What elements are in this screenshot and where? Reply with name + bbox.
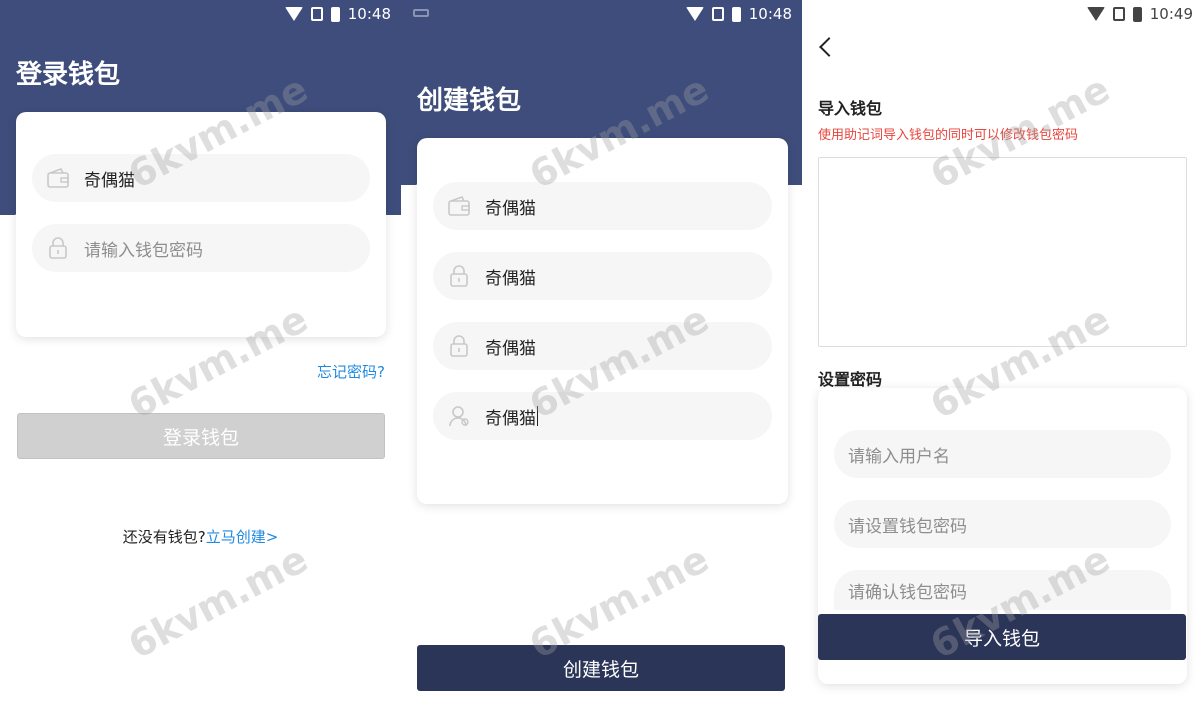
login-card: 奇偶猫 请输入钱包密码 — [16, 112, 386, 337]
app-stage: 10:48 登录钱包 奇偶猫 请输入钱包密码 忘记密码? 登录钱包 还没有钱包?… — [0, 0, 1203, 714]
username-input[interactable]: 请输入用户名 — [834, 430, 1171, 478]
login-button[interactable]: 登录钱包 — [17, 413, 385, 459]
login-screen: 10:48 登录钱包 奇偶猫 请输入钱包密码 忘记密码? 登录钱包 还没有钱包?… — [0, 0, 401, 714]
import-hint: 使用助记词导入钱包的同时可以修改钱包密码 — [818, 128, 1079, 143]
create-screen: 10:48 创建钱包 奇偶猫 奇偶猫 奇偶猫 奇偶猫 创建钱包 6kvm.me … — [401, 0, 802, 714]
confirm-password-input[interactable]: 奇偶猫 — [433, 322, 772, 370]
password-input[interactable]: 奇偶猫 — [433, 252, 772, 300]
password-input[interactable]: 请设置钱包密码 — [834, 500, 1171, 548]
wallet-icon — [46, 166, 70, 190]
create-wallet-button[interactable]: 创建钱包 — [417, 645, 785, 691]
field-value: 奇偶猫 — [485, 198, 536, 219]
username-placeholder: 请输入用户名 — [848, 446, 950, 467]
wifi-icon — [1086, 7, 1105, 21]
no-sim-icon — [711, 7, 724, 21]
wallet-name-value: 奇偶猫 — [84, 170, 135, 191]
import-title: 导入钱包 — [818, 99, 883, 118]
status-bar: 10:49 — [1086, 0, 1193, 28]
lock-icon — [447, 334, 471, 358]
import-screen: 10:49 导入钱包 使用助记词导入钱包的同时可以修改钱包密码 设置密码 请输入… — [802, 0, 1203, 714]
username-input[interactable]: 奇偶猫 — [433, 392, 772, 440]
wallet-select-field[interactable]: 奇偶猫 — [32, 154, 370, 202]
wallet-icon — [447, 194, 471, 218]
back-arrow-icon[interactable] — [819, 37, 839, 57]
lock-icon — [46, 236, 70, 260]
lock-icon — [447, 264, 471, 288]
forgot-password-link[interactable]: 忘记密码? — [317, 361, 385, 382]
user-icon — [447, 404, 471, 428]
password-placeholder: 请输入钱包密码 — [84, 240, 203, 261]
import-wallet-button[interactable]: 导入钱包 — [818, 614, 1186, 660]
page-title: 创建钱包 — [417, 86, 522, 116]
page-title: 登录钱包 — [16, 60, 121, 90]
signup-prompt: 还没有钱包?立马创建> — [0, 526, 401, 547]
create-now-link[interactable]: 立马创建> — [206, 528, 279, 546]
status-time: 10:48 — [748, 5, 792, 23]
password-input[interactable]: 请输入钱包密码 — [32, 224, 370, 272]
confirm-password-input[interactable]: 请确认钱包密码 — [834, 570, 1171, 610]
field-value: 奇偶猫 — [485, 408, 536, 429]
status-bar: 10:48 — [685, 0, 792, 28]
wifi-icon — [284, 7, 303, 21]
mnemonic-textarea[interactable] — [818, 157, 1187, 347]
wallet-name-input[interactable]: 奇偶猫 — [433, 182, 772, 230]
field-value: 奇偶猫 — [485, 268, 536, 289]
wifi-icon — [685, 7, 704, 21]
status-time: 10:49 — [1149, 5, 1193, 23]
password-placeholder: 请设置钱包密码 — [848, 516, 967, 537]
watermark: 6kvm.me — [121, 536, 315, 668]
status-time: 10:48 — [347, 5, 391, 23]
battery-icon — [731, 6, 741, 22]
no-sim-icon — [310, 7, 323, 21]
battery-icon — [1132, 6, 1142, 22]
notification-icon — [413, 9, 429, 17]
no-sim-icon — [1112, 7, 1125, 21]
text-cursor — [537, 406, 538, 426]
battery-icon — [330, 6, 340, 22]
status-bar: 10:48 — [284, 0, 391, 28]
confirm-password-placeholder: 请确认钱包密码 — [848, 582, 967, 603]
field-value: 奇偶猫 — [485, 338, 536, 359]
no-wallet-text: 还没有钱包? — [122, 528, 206, 546]
create-card: 奇偶猫 奇偶猫 奇偶猫 奇偶猫 — [417, 138, 788, 504]
set-password-label: 设置密码 — [818, 370, 883, 389]
